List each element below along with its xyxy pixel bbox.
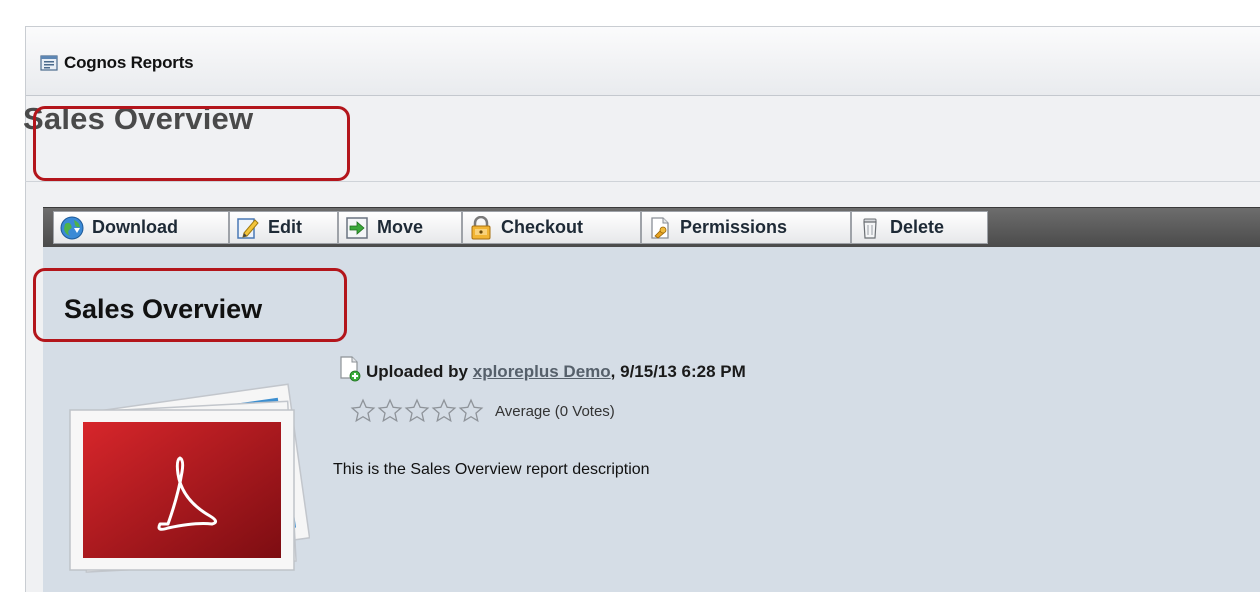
pencil-edit-icon [237, 217, 259, 239]
rating-label: Average (0 Votes) [495, 402, 615, 420]
delete-button[interactable]: Delete [851, 211, 988, 244]
new-file-icon [340, 356, 361, 382]
arrow-right-icon [346, 216, 368, 239]
permissions-button[interactable]: Permissions [641, 211, 851, 244]
document-title-highlight [33, 268, 347, 342]
edit-button[interactable]: Edit [229, 211, 338, 244]
permissions-label: Permissions [680, 217, 788, 237]
document-description: This is the Sales Overview report descri… [333, 461, 650, 478]
move-button[interactable]: Move [338, 211, 462, 244]
checkout-button[interactable]: Checkout [462, 211, 641, 244]
move-label: Move [377, 217, 424, 237]
uploaded-prefix: Uploaded by [366, 362, 469, 381]
delete-label: Delete [890, 217, 945, 237]
star-icon[interactable] [404, 398, 430, 424]
report-folder-icon [40, 55, 58, 71]
edit-label: Edit [268, 217, 302, 237]
pdf-stack-icon [69, 383, 310, 573]
title-divider [25, 181, 1260, 182]
upload-info: Uploaded by xploreplus Demo, 9/15/13 6:2… [338, 356, 746, 382]
uploader-link[interactable]: xploreplus Demo [473, 362, 611, 382]
globe-download-icon [60, 216, 84, 239]
download-label: Download [92, 217, 178, 237]
star-icon[interactable] [431, 398, 457, 424]
checkout-label: Checkout [501, 217, 584, 237]
star-icon[interactable] [377, 398, 403, 424]
lock-icon [471, 215, 491, 239]
uploaded-date: , 9/15/13 6:28 PM [610, 362, 746, 381]
page-title-highlight [33, 106, 350, 181]
panel-header: Cognos Reports [26, 27, 1260, 96]
star-rating: Average (0 Votes) [350, 398, 615, 424]
star-icon[interactable] [350, 398, 376, 424]
download-button[interactable]: Download [53, 211, 229, 244]
panel-title: Cognos Reports [64, 53, 194, 72]
trash-icon [863, 218, 877, 239]
document-key-icon [651, 216, 669, 239]
star-icon[interactable] [458, 398, 484, 424]
